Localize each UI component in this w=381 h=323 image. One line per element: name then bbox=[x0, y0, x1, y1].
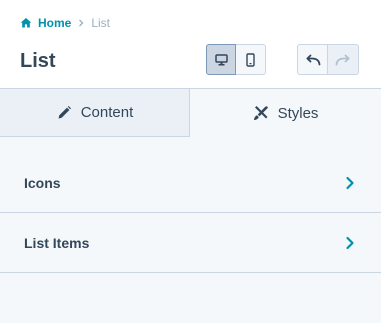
desktop-icon bbox=[214, 53, 228, 66]
breadcrumb: Home List bbox=[20, 15, 110, 31]
desktop-view-button[interactable] bbox=[206, 44, 236, 75]
pencil-icon bbox=[56, 105, 72, 121]
undo-button[interactable] bbox=[297, 44, 328, 75]
breadcrumb-current: List bbox=[91, 16, 111, 30]
section-list-items-label: List Items bbox=[24, 234, 90, 251]
breadcrumb-separator-icon bbox=[78, 19, 84, 27]
tab-styles[interactable]: Styles bbox=[190, 88, 381, 137]
page-title: List bbox=[20, 50, 56, 72]
device-preview-toggle bbox=[206, 44, 266, 75]
home-icon[interactable] bbox=[20, 17, 32, 29]
section-icons-label: Icons bbox=[24, 174, 61, 191]
editor-header: Home List List bbox=[0, 0, 381, 88]
tab-styles-label: Styles bbox=[277, 104, 319, 122]
undo-icon bbox=[305, 54, 321, 66]
chevron-right-icon bbox=[345, 176, 355, 190]
redo-button[interactable] bbox=[328, 44, 359, 75]
chevron-right-icon bbox=[345, 236, 355, 250]
redo-icon bbox=[335, 54, 351, 66]
section-icons[interactable]: Icons bbox=[0, 153, 381, 213]
mobile-icon bbox=[246, 52, 255, 67]
section-list-items[interactable]: List Items bbox=[0, 213, 381, 273]
breadcrumb-home-link[interactable]: Home bbox=[38, 16, 71, 30]
tab-content-label: Content bbox=[80, 104, 134, 121]
tab-content[interactable]: Content bbox=[0, 88, 190, 137]
mobile-view-button[interactable] bbox=[236, 44, 266, 75]
history-controls bbox=[297, 44, 359, 75]
editor-tabs: Content Styles bbox=[0, 88, 381, 137]
brush-ruler-icon bbox=[253, 105, 269, 121]
style-sections: Icons List Items bbox=[0, 153, 381, 273]
